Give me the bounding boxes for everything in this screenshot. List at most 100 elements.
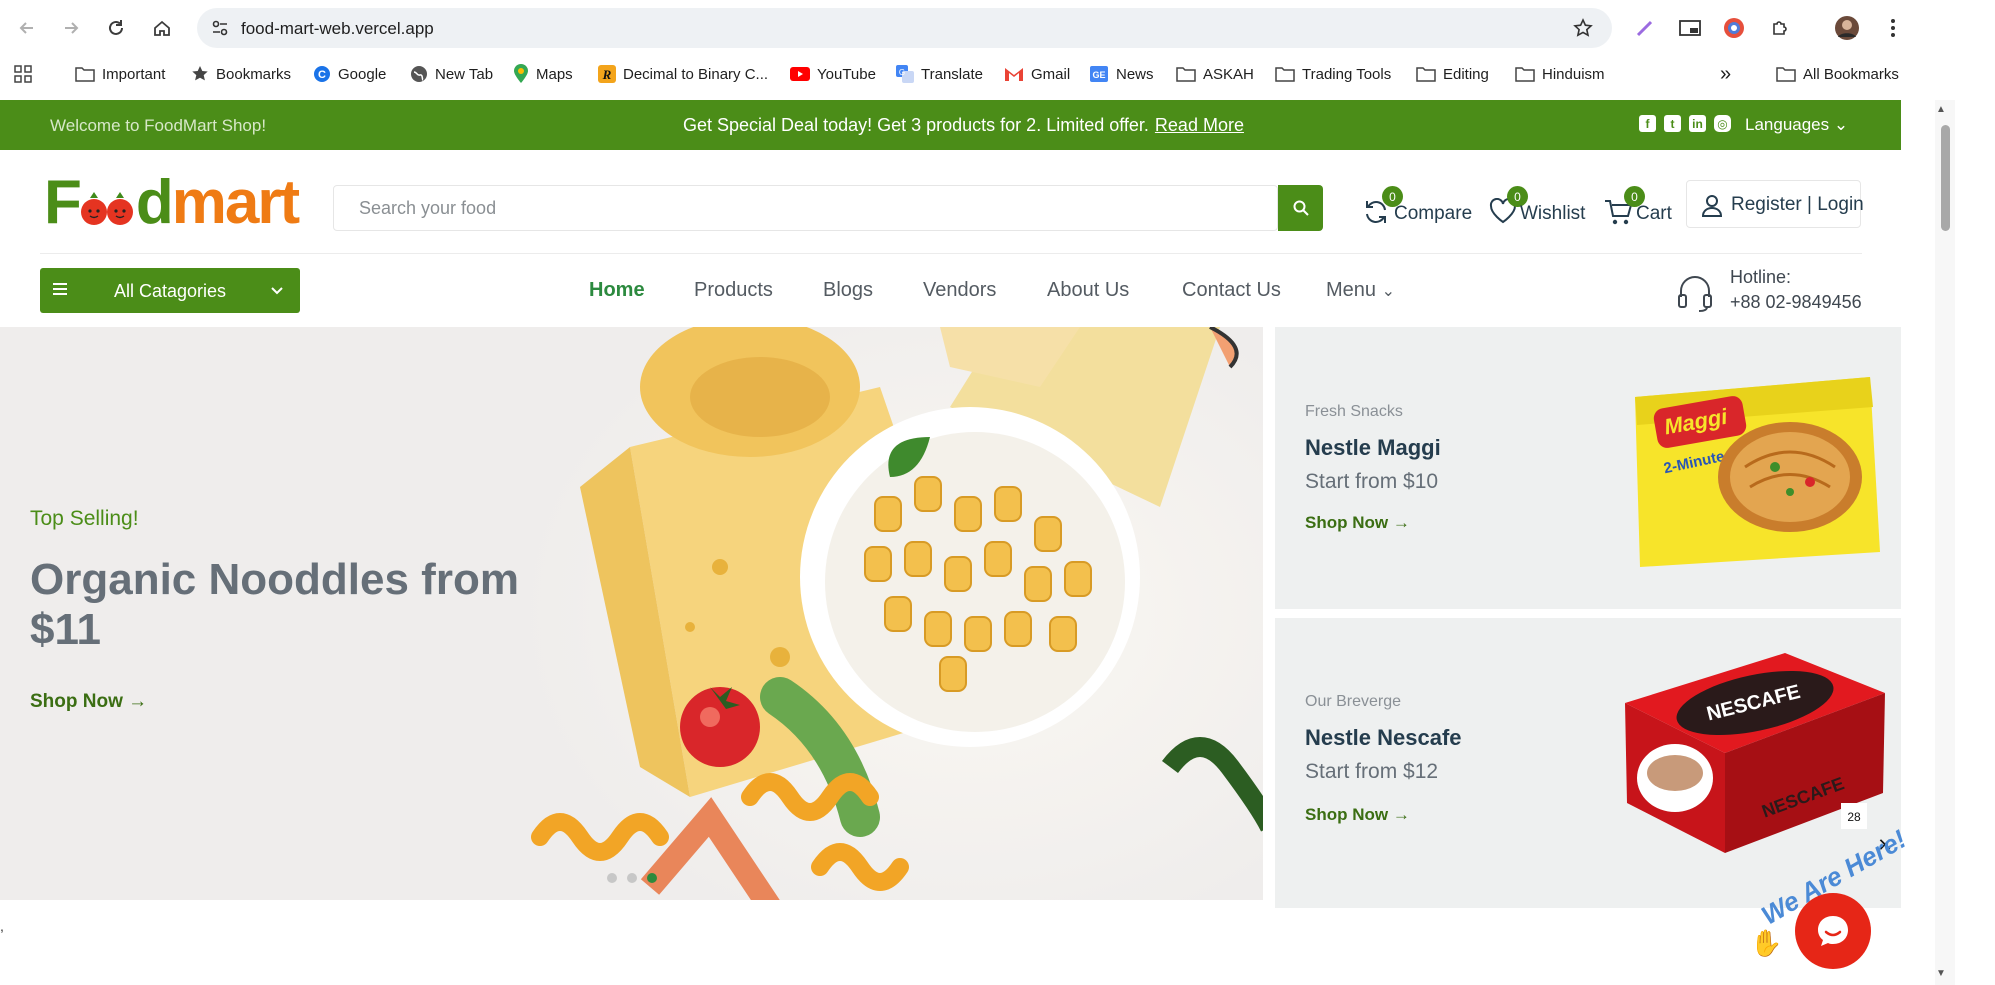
color-extension-icon[interactable] — [1721, 15, 1747, 41]
pen-extension-icon[interactable] — [1632, 15, 1658, 41]
bookmark-editing[interactable]: Editing — [1416, 60, 1489, 88]
bookmark-translate[interactable]: G Translate — [896, 60, 983, 88]
home-icon — [154, 20, 170, 36]
star-bookmark-icon[interactable] — [1573, 18, 1593, 38]
folder-icon — [1515, 67, 1535, 82]
bookmark-important[interactable]: Important — [75, 60, 165, 88]
scroll-down-arrow-icon[interactable]: ▼ — [1936, 968, 1946, 979]
foodmart-logo[interactable]: F d mart — [44, 168, 300, 237]
wishlist-button[interactable]: 0 Wishlist — [1487, 186, 1587, 236]
hero-slider: Top Selling! Organic Nooddles from $11 S… — [0, 327, 1263, 900]
reload-button[interactable] — [102, 14, 130, 42]
bookmark-label: Maps — [536, 65, 573, 83]
svg-text:C: C — [318, 69, 326, 81]
back-button[interactable] — [13, 14, 41, 42]
maggi-product-image: Maggi 2-Minute — [1635, 377, 1880, 567]
address-bar[interactable]: food-mart-web.vercel.app — [197, 8, 1612, 48]
bookmark-label: Trading Tools — [1302, 65, 1392, 83]
promo-name: Nestle Maggi — [1305, 435, 1441, 460]
facebook-icon[interactable]: f — [1639, 115, 1656, 132]
svg-text:R: R — [602, 67, 612, 82]
nav-vendors[interactable]: Vendors — [923, 279, 996, 302]
pasta-cheese-image — [520, 327, 1263, 900]
nav-blogs[interactable]: Blogs — [823, 279, 873, 302]
profile-avatar[interactable] — [1834, 15, 1860, 41]
nav-contact-us[interactable]: Contact Us — [1182, 279, 1281, 302]
linkedin-icon[interactable]: in — [1689, 115, 1706, 132]
folder-icon — [1776, 67, 1796, 82]
folder-icon — [1275, 67, 1295, 82]
chevron-down-icon: ⌄ — [1381, 283, 1395, 300]
bookmark-maps[interactable]: Maps — [513, 60, 573, 88]
slider-dot-3[interactable] — [647, 873, 657, 883]
scroll-up-arrow-icon[interactable]: ▲ — [1936, 104, 1946, 115]
promo-shop-now-link[interactable]: Shop Now → — [1305, 805, 1410, 825]
register-login-label: Register | Login — [1731, 194, 1864, 215]
hotline-label: Hotline: — [1730, 267, 1792, 287]
read-more-link[interactable]: Read More — [1155, 115, 1244, 135]
nav-menu-label: Menu — [1326, 279, 1377, 301]
bookmark-trading-tools[interactable]: Trading Tools — [1275, 60, 1391, 88]
all-bookmarks[interactable]: All Bookmarks — [1776, 60, 1899, 88]
bookmark-askah[interactable]: ASKAH — [1176, 60, 1254, 88]
bookmark-label: Gmail — [1031, 65, 1071, 83]
top-announcement-bar: Welcome to FoodMart Shop! Get Special De… — [0, 100, 1901, 150]
nav-about-us[interactable]: About Us — [1047, 279, 1129, 302]
wishlist-label: Wishlist — [1520, 203, 1586, 224]
chat-bubble-icon — [1818, 916, 1848, 946]
promo-shop-now-link[interactable]: Shop Now → — [1305, 513, 1410, 533]
promo-category: Our Breverge — [1305, 693, 1402, 710]
picture-in-picture-icon[interactable] — [1677, 15, 1703, 41]
waving-hand-icon: ✋ — [1750, 928, 1783, 958]
search-button[interactable] — [1278, 185, 1323, 231]
r-icon: R — [598, 65, 616, 83]
google-icon: C — [314, 66, 330, 82]
bookmark-bookmarks[interactable]: Bookmarks — [191, 60, 291, 88]
search-icon — [1293, 200, 1309, 216]
hero-shop-now-link[interactable]: Shop Now → — [30, 691, 147, 713]
logo-letter-f: F — [44, 168, 82, 237]
languages-label: Languages — [1745, 115, 1830, 134]
globe-icon — [411, 66, 427, 82]
browser-menu-icon[interactable] — [1880, 15, 1906, 41]
nav-products[interactable]: Products — [694, 279, 773, 302]
news-icon: GE — [1090, 66, 1108, 82]
bookmark-gmail[interactable]: Gmail — [1004, 60, 1070, 88]
slider-dot-2[interactable] — [627, 873, 637, 883]
scrollbar-thumb[interactable] — [1941, 125, 1950, 231]
nav-menu-dropdown[interactable]: Menu ⌄ — [1326, 279, 1395, 302]
bookmark-decimal-to-binary[interactable]: R Decimal to Binary C... — [598, 60, 768, 88]
instagram-icon[interactable]: ◎ — [1714, 115, 1731, 132]
cart-button[interactable]: 0 Cart — [1604, 186, 1679, 236]
nav-home[interactable]: Home — [589, 279, 645, 302]
more-bookmarks-button[interactable]: » — [1720, 60, 1731, 88]
bookmark-news[interactable]: GE News — [1089, 60, 1154, 88]
site-settings-icon[interactable] — [211, 19, 229, 37]
bookmark-label: Translate — [921, 65, 983, 83]
all-categories-button[interactable]: All Catagories — [40, 268, 300, 313]
bookmark-new-tab[interactable]: New Tab — [410, 60, 493, 88]
nescafe-product-image: NESCAFE NESCAFE 28 — [1625, 653, 1885, 853]
bookmark-hinduism[interactable]: Hinduism — [1515, 60, 1605, 88]
page-scrollbar[interactable] — [1935, 100, 1955, 985]
twitter-icon[interactable]: t — [1664, 115, 1681, 132]
forward-button[interactable] — [57, 14, 85, 42]
register-login-button[interactable]: Register | Login — [1686, 180, 1864, 228]
maps-pin-icon — [514, 64, 528, 83]
hotline-number[interactable]: +88 02-9849456 — [1730, 292, 1862, 313]
languages-dropdown[interactable]: Languages ⌄ — [1745, 115, 1848, 135]
slider-dot-1[interactable] — [607, 873, 617, 883]
search-input[interactable] — [334, 186, 1279, 230]
star-icon — [192, 66, 208, 81]
bookmark-google[interactable]: C Google — [313, 60, 386, 88]
compare-button[interactable]: 0 Compare — [1360, 186, 1472, 236]
extensions-puzzle-icon[interactable] — [1767, 15, 1793, 41]
svg-text:G: G — [899, 68, 905, 77]
bookmarks-bar: Important Bookmarks C Google New Tab Map… — [0, 60, 1995, 88]
web-page: Welcome to FoodMart Shop! Get Special De… — [0, 100, 1901, 985]
welcome-text: Welcome to FoodMart Shop! — [50, 116, 267, 135]
chat-launcher-button[interactable] — [1795, 893, 1871, 969]
bookmark-youtube[interactable]: YouTube — [790, 60, 876, 88]
home-button[interactable] — [148, 14, 176, 42]
apps-grid-icon[interactable] — [14, 60, 32, 88]
